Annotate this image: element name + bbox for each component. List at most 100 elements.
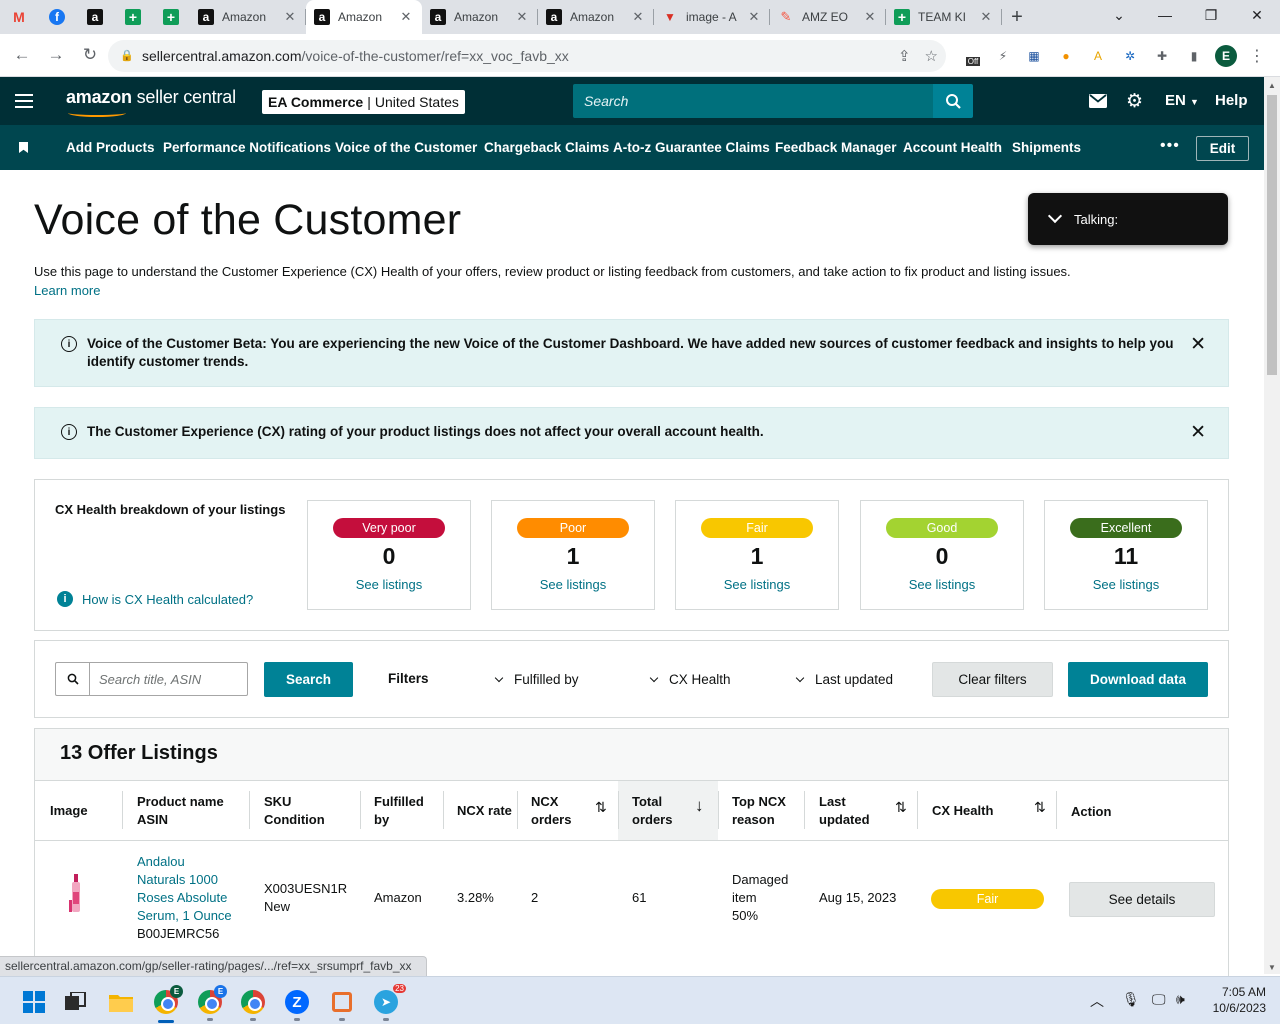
product-name-link[interactable]: Andalou Naturals 1000 Roses Absolute Ser… [137, 853, 232, 925]
scroll-down-icon[interactable]: ▼ [1268, 963, 1276, 972]
tab-amz-eo[interactable]: ✎ AMZ EO ✕ [770, 0, 886, 34]
col-last-updated[interactable]: Last updated [819, 793, 870, 829]
cx-health-dropdown[interactable]: CX Health [649, 672, 731, 687]
tab-amazon-1[interactable]: a Amazon ✕ [190, 0, 306, 34]
settings-gear-icon[interactable]: ⚙ [1126, 91, 1143, 112]
cx-health-how-link[interactable]: i How is CX Health calculated? [57, 591, 253, 607]
mail-icon[interactable] [1089, 91, 1107, 111]
close-tab-icon[interactable]: ✕ [514, 9, 530, 25]
search-button[interactable]: Search [264, 662, 353, 697]
fulfilled-by-dropdown[interactable]: Fulfilled by [494, 672, 579, 687]
tab-facebook[interactable]: f [38, 0, 76, 34]
close-tab-icon[interactable]: ✕ [746, 9, 762, 25]
bookmark-icon[interactable] [19, 142, 28, 153]
nav-performance-notifications[interactable]: Performance Notifications [163, 140, 331, 155]
task-view-icon[interactable] [63, 989, 89, 1015]
close-tab-icon[interactable]: ✕ [862, 9, 878, 25]
nav-edit-button[interactable]: Edit [1196, 136, 1249, 161]
maximize-button[interactable]: ❐ [1188, 0, 1234, 30]
see-details-button[interactable]: See details [1069, 882, 1215, 917]
side-panel-icon[interactable]: ▮ [1183, 45, 1205, 67]
tab-sheets-1[interactable]: + [114, 0, 152, 34]
tab-team-ki[interactable]: + TEAM KI ✕ [886, 0, 1002, 34]
extension-blue-icon[interactable]: ✲ [1119, 45, 1141, 67]
tab-gmail[interactable]: M [0, 0, 38, 34]
nav-more-icon[interactable]: ••• [1160, 137, 1180, 155]
sort-descending-icon[interactable]: ↓ [695, 796, 704, 816]
col-top-ncx-reason[interactable]: Top NCX reason [732, 793, 786, 829]
tab-amazon-3[interactable]: a Amazon ✕ [422, 0, 538, 34]
language-selector[interactable]: EN ▼ [1165, 92, 1199, 109]
scrollbar-thumb[interactable] [1267, 95, 1277, 375]
header-search-button[interactable] [933, 84, 973, 118]
see-listings-link[interactable]: See listings [308, 577, 470, 592]
chevron-down-icon[interactable] [1047, 208, 1063, 224]
extension-score-icon[interactable]: A [1087, 45, 1109, 67]
col-total-orders[interactable]: Total orders [632, 793, 672, 829]
tab-search-chevron-icon[interactable]: ⌄ [1096, 0, 1142, 30]
profile-avatar[interactable]: E [1215, 45, 1237, 67]
extensions-puzzle-icon[interactable]: ✚ [1151, 45, 1173, 67]
nav-shipments[interactable]: Shipments [1012, 140, 1081, 155]
sort-both-icon[interactable]: ⇅ [1034, 799, 1046, 816]
page-scrollbar[interactable]: ▲ ▼ [1264, 77, 1280, 974]
tab-amazon-pinned[interactable]: a [76, 0, 114, 34]
back-icon[interactable]: ← [6, 39, 38, 71]
tab-sheets-2[interactable]: + [152, 0, 190, 34]
close-tab-icon[interactable]: ✕ [978, 9, 994, 25]
microphone-icon[interactable]: 🎙 [1122, 991, 1140, 1008]
minimize-button[interactable]: — [1142, 0, 1188, 30]
tray-overflow-icon[interactable]: ︿ [1090, 991, 1104, 1011]
address-bar[interactable]: 🔒 sellercentral.amazon.com/voice-of-the-… [108, 40, 946, 72]
col-product-name[interactable]: Product name ASIN [137, 793, 224, 829]
sort-both-icon[interactable]: ⇅ [895, 799, 907, 816]
nav-voice-of-the-customer[interactable]: Voice of the Customer [335, 140, 477, 155]
extension-icon[interactable]: ⚡ [992, 45, 1014, 67]
network-icon[interactable]: 🖵 [1152, 991, 1166, 1008]
taskbar-clock[interactable]: 7:05 AM 10/6/2023 [1200, 984, 1266, 1016]
tab-amazon-active[interactable]: a Amazon ✕ [306, 0, 422, 34]
tab-amazon-4[interactable]: a Amazon ✕ [538, 0, 654, 34]
nav-account-health[interactable]: Account Health [903, 140, 1002, 155]
close-tab-icon[interactable]: ✕ [282, 9, 298, 25]
learn-more-link[interactable]: Learn more [34, 283, 100, 298]
product-thumbnail[interactable] [69, 874, 83, 914]
close-icon[interactable]: ✕ [1190, 333, 1206, 356]
nav-chargeback-claims[interactable]: Chargeback Claims [484, 140, 609, 155]
close-icon[interactable]: ✕ [1190, 421, 1206, 444]
reload-icon[interactable]: ↻ [74, 39, 106, 71]
header-search-input[interactable]: Search [573, 84, 934, 118]
nav-a-to-z-claims[interactable]: A-to-z Guarantee Claims [613, 140, 770, 155]
share-icon[interactable]: ⇪ [898, 47, 911, 65]
col-sku[interactable]: SKU Condition [264, 793, 325, 829]
extension-off-icon[interactable]: Off [962, 45, 984, 67]
account-switcher[interactable]: EA Commerce | United States [262, 90, 465, 114]
extension-orange-icon[interactable]: ● [1055, 45, 1077, 67]
windows-start-icon[interactable] [21, 989, 47, 1015]
bookmark-star-icon[interactable]: ☆ [925, 47, 938, 65]
new-tab-button[interactable]: + [1002, 0, 1032, 34]
nav-feedback-manager[interactable]: Feedback Manager [775, 140, 897, 155]
see-listings-link[interactable]: See listings [676, 577, 838, 592]
nav-add-products[interactable]: Add Products [66, 140, 155, 155]
chrome-profile-e-icon[interactable]: E [153, 985, 183, 1015]
see-listings-link[interactable]: See listings [492, 577, 654, 592]
sort-both-icon[interactable]: ⇅ [595, 799, 607, 816]
forward-icon[interactable]: → [40, 39, 72, 71]
clear-filters-button[interactable]: Clear filters [932, 662, 1053, 697]
snipping-tool-icon[interactable] [329, 989, 355, 1015]
volume-icon[interactable]: 🕪 [1176, 991, 1185, 1008]
close-tab-icon[interactable]: ✕ [398, 9, 414, 25]
tab-image[interactable]: ▼ image - A ✕ [654, 0, 770, 34]
file-explorer-icon[interactable] [108, 989, 134, 1015]
close-tab-icon[interactable]: ✕ [630, 9, 646, 25]
last-updated-dropdown[interactable]: Last updated [795, 672, 893, 687]
see-listings-link[interactable]: See listings [1045, 577, 1207, 592]
chrome-icon[interactable] [240, 989, 266, 1015]
col-cx-health[interactable]: CX Health [932, 802, 993, 820]
help-link[interactable]: Help [1215, 92, 1248, 109]
see-listings-link[interactable]: See listings [861, 577, 1023, 592]
menu-icon[interactable] [15, 94, 33, 108]
col-ncx-orders[interactable]: NCX orders [531, 793, 571, 829]
extension-grid-icon[interactable]: ▦ [1023, 45, 1045, 67]
